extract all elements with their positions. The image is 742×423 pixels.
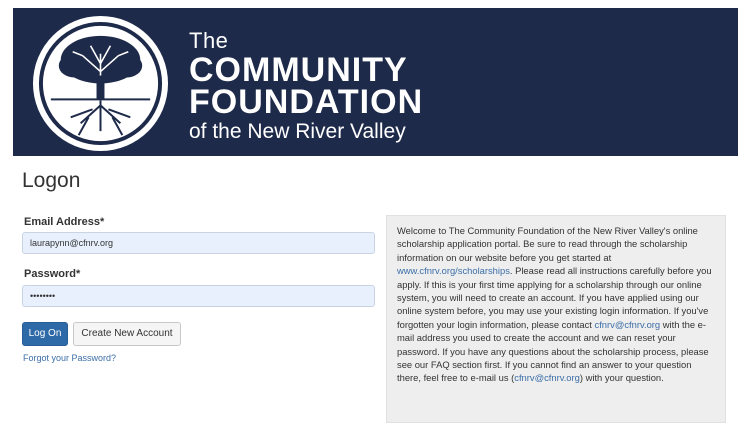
email-label: Email Address*	[24, 216, 105, 228]
email-field[interactable]: laurapynn@cfnrv.org	[22, 232, 375, 254]
contact-email-link[interactable]: cfnrv@cfnrv.org	[595, 319, 661, 330]
tree-with-roots-icon	[32, 15, 169, 152]
page-title: Logon	[22, 169, 81, 192]
info-text-4: ) with your question.	[579, 372, 664, 384]
contact-email-link-2[interactable]: cfnrv@cfnrv.org	[514, 372, 580, 383]
brand-line-subtitle: of the New River Valley	[189, 120, 406, 143]
header-banner: The COMMUNITY FOUNDATION of the New Rive…	[13, 8, 738, 156]
forgot-password-link[interactable]: Forgot your Password?	[23, 353, 116, 363]
password-label: Password*	[24, 268, 81, 280]
password-required-marker: *	[75, 268, 81, 280]
welcome-info-panel: Welcome to The Community Foundation of t…	[386, 215, 726, 423]
brand-line-community: COMMUNITY	[189, 51, 408, 89]
brand-line-the: The	[189, 28, 229, 53]
logon-button[interactable]: Log On	[22, 322, 68, 346]
create-account-button[interactable]: Create New Account	[73, 322, 181, 346]
email-required-marker: *	[100, 216, 105, 228]
brand-line-foundation: FOUNDATION	[189, 83, 424, 121]
password-field[interactable]: ••••••••	[22, 285, 375, 307]
info-text-1: Welcome to The Community Foundation of t…	[397, 225, 698, 263]
brand-wordmark: The COMMUNITY FOUNDATION of the New Rive…	[189, 30, 423, 144]
scholarships-link[interactable]: www.cfnrv.org/scholarships	[397, 265, 510, 276]
